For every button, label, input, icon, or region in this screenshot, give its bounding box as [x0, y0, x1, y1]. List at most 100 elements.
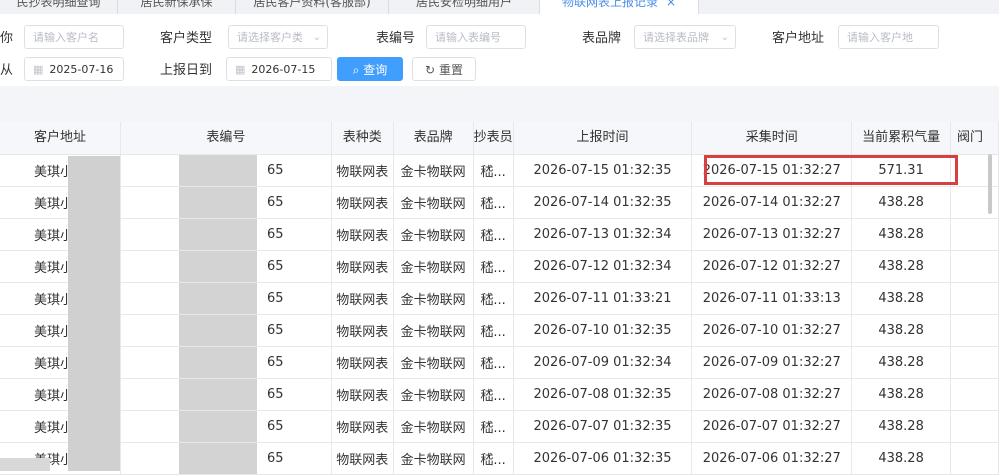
customer-name-input[interactable]: 请输入客户名 — [24, 25, 124, 49]
table-row[interactable]: 美琪小区821065物联网表金卡物联网嵇...2026-07-07 01:32:… — [0, 410, 999, 443]
report-time-cell: 2026-07-15 01:32:35 — [513, 154, 693, 187]
vertical-scrollbar[interactable] — [988, 154, 992, 214]
chevron-down-icon: ⌄ — [720, 32, 729, 43]
table-header-row: 客户地址 表编号 表种类 表品牌 抄表员 上报时间 采集时间 当前累积气量 阀门 — [0, 122, 999, 155]
cumulative-volume-cell: 438.28 — [851, 218, 952, 251]
tab-bar: 民抄表明细查询 居民新保承保 居民客户资料(客服部) 居民安检明细用户 物联网表… — [0, 0, 999, 14]
column-header[interactable]: 阀门 — [950, 122, 999, 155]
collect-time-cell: 2026-07-08 01:32:27 — [691, 378, 853, 411]
report-time-cell: 2026-07-14 01:32:35 — [513, 186, 693, 219]
refresh-icon: ↻ — [425, 63, 436, 77]
table-row[interactable]: 美琪小区821065物联网表金卡物联网嵇...2026-07-12 01:32:… — [0, 250, 999, 283]
cumulative-volume-cell: 438.28 — [851, 442, 952, 475]
meter-number-suffix: 65 — [267, 259, 284, 274]
customer-name-placeholder: 请输入客户名 — [33, 31, 99, 44]
report-date-to-input[interactable]: ▦ 2026-07-15 — [226, 57, 332, 81]
redacted-meter-mask — [179, 283, 258, 314]
calendar-icon: ▦ — [33, 63, 44, 76]
report-time-cell: 2026-07-12 01:32:34 — [513, 250, 693, 283]
meter-kind-cell: 物联网表 — [331, 154, 394, 187]
collect-time-cell: 2026-07-13 01:32:27 — [691, 218, 853, 251]
meter-number-suffix: 65 — [267, 323, 284, 338]
report-time-cell: 2026-07-10 01:32:35 — [513, 314, 693, 347]
meter-reader-cell: 嵇... — [473, 346, 514, 379]
table-row[interactable]: 美琪小区821065物联网表金卡物联网嵇...2026-07-06 01:32:… — [0, 442, 999, 475]
meter-number-cell: 821065 — [120, 186, 332, 219]
valve-cell — [950, 314, 999, 347]
tab-label: 居民客户资料(客服部) — [253, 0, 371, 9]
column-header[interactable]: 表种类 — [331, 122, 394, 155]
table-row[interactable]: 美琪小区821065物联网表金卡物联网嵇...2026-07-14 01:32:… — [0, 186, 999, 219]
report-date-from-input[interactable]: ▦ 2025-07-16 — [24, 57, 124, 81]
column-header[interactable]: 客户地址 — [0, 122, 122, 155]
meter-brand-cell: 金卡物联网 — [393, 378, 474, 411]
column-header[interactable]: 表品牌 — [393, 122, 474, 155]
meter-reader-cell: 嵇... — [473, 250, 514, 283]
meter-brand-select[interactable]: 请选择表品牌 ⌄ — [634, 25, 736, 49]
tab-resident-customer-info[interactable]: 居民客户资料(客服部) — [236, 0, 389, 14]
collect-time-cell: 2026-07-06 01:32:27 — [691, 442, 853, 475]
meter-number-cell: 821065 — [120, 218, 332, 251]
report-time-cell: 2026-07-09 01:32:34 — [513, 346, 693, 379]
collect-time-cell: 2026-07-12 01:32:27 — [691, 250, 853, 283]
customer-type-label: 客户类型 — [160, 31, 213, 46]
meter-brand-cell: 金卡物联网 — [393, 410, 474, 443]
tab-resident-insurance[interactable]: 居民新保承保 — [118, 0, 236, 14]
meter-reader-cell: 嵇... — [473, 218, 514, 251]
cumulative-volume-cell: 438.28 — [851, 410, 952, 443]
redacted-meter-mask — [179, 187, 258, 218]
reset-button-label: 重置 — [438, 63, 463, 77]
column-header[interactable]: 当前累积气量 — [851, 122, 952, 155]
column-header[interactable]: 上报时间 — [513, 122, 693, 155]
customer-type-select[interactable]: 请选择客户类 ⌄ — [228, 25, 328, 49]
meter-kind-cell: 物联网表 — [331, 186, 394, 219]
table-row[interactable]: 美琪小区821065物联网表金卡物联网嵇...2026-07-08 01:32:… — [0, 378, 999, 411]
table-row[interactable]: 美琪小区821065物联网表金卡物联网嵇...2026-07-11 01:33:… — [0, 282, 999, 315]
collect-time-cell: 2026-07-10 01:32:27 — [691, 314, 853, 347]
search-icon: ⌕ — [352, 63, 360, 77]
report-time-cell: 2026-07-11 01:33:21 — [513, 282, 693, 315]
table-row[interactable]: 美琪小区821065物联网表金卡物联网嵇...2026-07-09 01:32:… — [0, 346, 999, 379]
report-time-cell: 2026-07-08 01:32:35 — [513, 378, 693, 411]
query-button[interactable]: ⌕ 查询 — [337, 57, 403, 81]
meter-reader-cell: 嵇... — [473, 314, 514, 347]
meter-reader-cell: 嵇... — [473, 154, 514, 187]
redacted-meter-mask — [179, 443, 258, 474]
redacted-meter-mask — [179, 155, 258, 186]
calendar-icon: ▦ — [235, 63, 246, 76]
column-header[interactable]: 采集时间 — [691, 122, 853, 155]
tab-meter-reading-detail[interactable]: 民抄表明细查询 — [0, 0, 118, 14]
to-date-value: 2026-07-15 — [251, 63, 316, 76]
valve-cell — [950, 442, 999, 475]
report-time-cell: 2026-07-06 01:32:35 — [513, 442, 693, 475]
column-header[interactable]: 抄表员 — [473, 122, 514, 155]
table-row[interactable]: 美琪小区821065物联网表金卡物联网嵇...2026-07-13 01:32:… — [0, 218, 999, 251]
from-date-value: 2025-07-16 — [49, 63, 114, 76]
redacted-meter-mask — [179, 219, 258, 250]
tab-label: 民抄表明细查询 — [16, 0, 101, 9]
tab-iot-report-records[interactable]: 物联网表上报记录 × — [540, 0, 699, 14]
column-header[interactable]: 表编号 — [120, 122, 332, 155]
meter-brand-cell: 金卡物联网 — [393, 282, 474, 315]
cumulative-volume-cell: 438.28 — [851, 186, 952, 219]
valve-cell — [950, 346, 999, 379]
meter-number-input[interactable]: 请输入表编号 — [426, 25, 526, 49]
reset-button[interactable]: ↻ 重置 — [412, 57, 476, 81]
tab-resident-safety-check[interactable]: 居民安检明细用户 — [389, 0, 540, 14]
report-time-cell: 2026-07-07 01:32:35 — [513, 410, 693, 443]
cumulative-volume-cell: 438.28 — [851, 282, 952, 315]
horizontal-scrollbar[interactable] — [0, 458, 50, 471]
customer-type-placeholder: 请选择客户类 — [237, 31, 303, 44]
meter-kind-cell: 物联网表 — [331, 250, 394, 283]
customer-address-input[interactable]: 请输入客户地 — [838, 25, 939, 49]
meter-number-suffix: 65 — [267, 451, 284, 466]
valve-cell — [950, 410, 999, 443]
close-icon[interactable]: × — [666, 0, 676, 9]
meter-brand-cell: 金卡物联网 — [393, 186, 474, 219]
meter-number-label: 表编号 — [376, 31, 416, 46]
collect-time-cell: 2026-07-09 01:32:27 — [691, 346, 853, 379]
meter-brand-cell: 金卡物联网 — [393, 346, 474, 379]
meter-kind-cell: 物联网表 — [331, 378, 394, 411]
meter-number-cell: 821065 — [120, 346, 332, 379]
table-row[interactable]: 美琪小区821065物联网表金卡物联网嵇...2026-07-10 01:32:… — [0, 314, 999, 347]
